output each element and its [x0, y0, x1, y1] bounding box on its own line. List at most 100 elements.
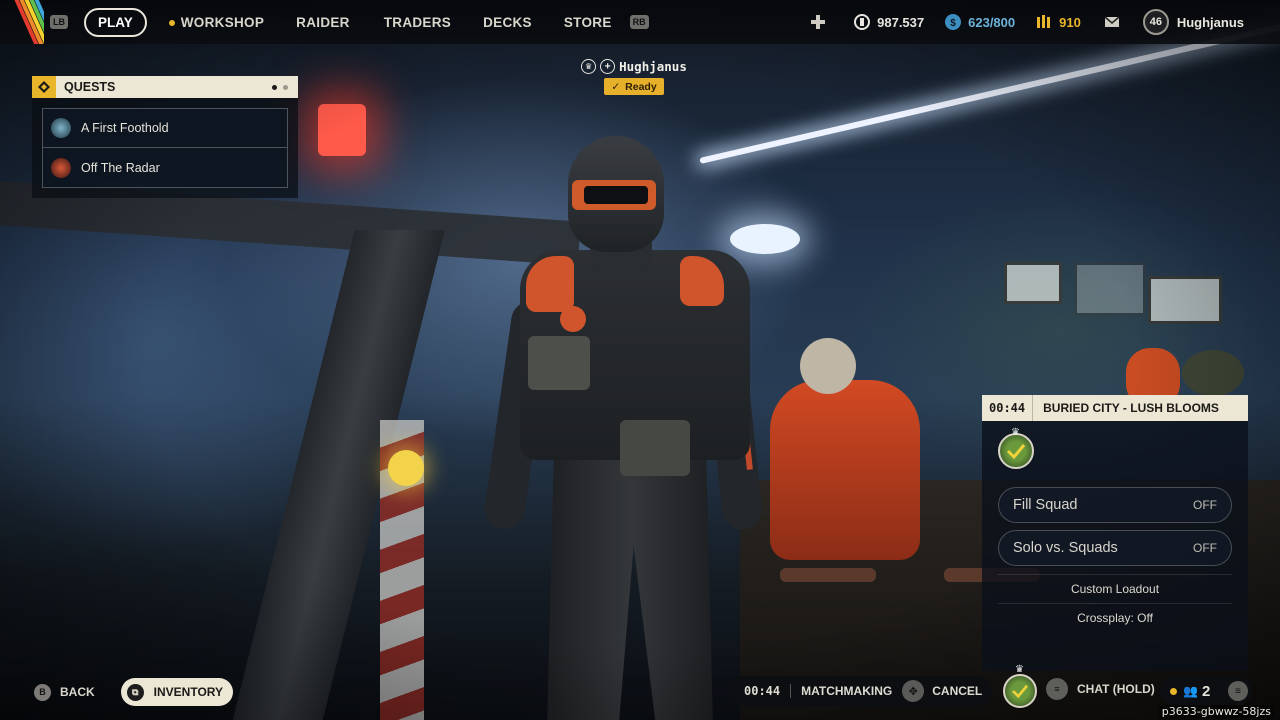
notification-dot: [1170, 687, 1177, 695]
scene-stool: [780, 568, 876, 582]
scene-npc: [770, 380, 920, 560]
raider-token-icon: [1035, 13, 1053, 31]
crown-icon: ♛: [1011, 427, 1020, 438]
inventory-button[interactable]: ⧉ INVENTORY: [120, 678, 234, 706]
cancel-key-icon: ✥: [902, 680, 925, 702]
back-button[interactable]: B BACK: [34, 683, 95, 701]
toggle-label: Solo vs. Squads: [1013, 540, 1118, 556]
player-name: Hughjanus: [1176, 14, 1244, 30]
currency-coin-icon: [853, 13, 871, 31]
main-nav: LB PLAY WORKSHOP RAIDER TRADERS DECKS ST…: [48, 0, 649, 44]
rb-key-hint: RB: [629, 15, 649, 29]
nav-tab-store[interactable]: STORE: [564, 15, 612, 30]
svg-text:$: $: [950, 18, 956, 29]
character-visor-glass: [584, 186, 648, 204]
scene-npc-head: [1182, 350, 1244, 396]
menu-icon[interactable]: ≡: [1228, 681, 1248, 701]
cancel-label: CANCEL: [932, 684, 983, 698]
nav-tab-workshop[interactable]: WORKSHOP: [168, 14, 265, 30]
matchmaking-header: 00:44 BURIED CITY - LUSH BLOOMS: [982, 395, 1248, 421]
scene-monitor: [1074, 262, 1146, 316]
view-key-icon: ⧉: [126, 683, 144, 701]
plus-icon[interactable]: +: [600, 59, 616, 74]
quests-header: QUESTS: [32, 76, 298, 98]
player-nameplate: ♛ + Hughjanus ✓ Ready: [574, 59, 694, 95]
toggle-label: Fill Squad: [1013, 497, 1078, 513]
fill-squad-toggle[interactable]: Fill Squad OFF: [998, 487, 1232, 523]
matchmaking-panel: 00:44 BURIED CITY - LUSH BLOOMS ♛ Fill S…: [982, 395, 1248, 671]
toggle-value: OFF: [1193, 541, 1217, 555]
squad-emblem-icon: ♛: [1003, 664, 1037, 708]
squad-emblem-icon: ♛: [998, 427, 1034, 469]
quest-thumbnail: [51, 157, 71, 178]
crown-icon: ♛: [581, 59, 597, 74]
raider-tokens: 910: [1035, 13, 1081, 31]
plus-icon[interactable]: [809, 13, 827, 31]
quest-item[interactable]: A First Foothold: [42, 108, 288, 148]
currency-bar: 987.537 $ 623/800 910 46 Hughjanus: [809, 0, 1280, 44]
mail-icon[interactable]: [1103, 13, 1121, 31]
ready-badge: ✓ Ready: [604, 78, 664, 95]
nameplate-name: Hughjanus: [619, 59, 687, 74]
character-pouch: [528, 336, 590, 390]
matchmaking-status-label: MATCHMAKING: [801, 684, 893, 698]
scene-yellow-light: [388, 450, 424, 486]
map-name: BURIED CITY - LUSH BLOOMS: [1043, 401, 1219, 415]
top-bar: LB PLAY WORKSHOP RAIDER TRADERS DECKS ST…: [0, 0, 1280, 44]
matchmaking-timer: 00:44: [982, 395, 1034, 421]
check-icon: ✓: [611, 80, 621, 93]
nameplate-row: ♛ + Hughjanus: [574, 59, 694, 74]
scene-lamp: [730, 224, 800, 254]
raider-tokens-value: 910: [1059, 14, 1081, 30]
quests-pager: [272, 84, 288, 90]
party-indicator[interactable]: 👥 2 ≡: [1160, 677, 1252, 705]
matchmaking-options: ♛ Fill Squad OFF Solo vs. Squads OFF Cus…: [982, 421, 1248, 671]
brand-stripes-logo: [0, 0, 44, 44]
quest-title: Off The Radar: [81, 160, 160, 175]
matchmaking-status-bar: 00:44 MATCHMAKING ✥ CANCEL: [728, 676, 992, 706]
nav-tab-workshop-label: WORKSHOP: [180, 14, 265, 30]
quests-list: A First Foothold Off The Radar: [32, 98, 298, 198]
notification-dot: [168, 19, 175, 26]
party-icon: 👥: [1183, 684, 1198, 698]
custom-loadout-option[interactable]: Custom Loadout: [998, 574, 1232, 603]
quests-title: QUESTS: [64, 80, 116, 94]
inventory-label: INVENTORY: [153, 685, 224, 699]
nav-tab-traders[interactable]: TRADERS: [384, 15, 451, 30]
quest-icon: [32, 76, 56, 98]
nav-tab-decks[interactable]: DECKS: [483, 15, 532, 30]
stash-value: 623/800: [968, 14, 1016, 30]
ready-label: Ready: [625, 80, 657, 93]
character-logo: [560, 306, 586, 332]
bottom-left-actions: B BACK ⧉ INVENTORY: [34, 678, 234, 706]
crown-icon: ♛: [1015, 664, 1024, 675]
party-count: 2: [1201, 682, 1211, 700]
scene-npc-head: [800, 338, 856, 394]
solo-vs-squads-toggle[interactable]: Solo vs. Squads OFF: [998, 530, 1232, 566]
toggle-value: OFF: [1193, 498, 1217, 512]
nav-tab-raider[interactable]: RAIDER: [296, 15, 350, 30]
b-key-hint: B: [34, 683, 51, 701]
player-level-badge: 46: [1142, 9, 1169, 35]
matchmaking-status-timer: 00:44: [728, 684, 792, 698]
character-pouch: [620, 420, 690, 476]
quest-thumbnail: [51, 118, 71, 138]
back-label: BACK: [60, 685, 95, 699]
menu-icon: ≡: [1046, 678, 1068, 700]
chat-button[interactable]: ≡ CHAT (HOLD): [1046, 678, 1155, 700]
nav-tab-play[interactable]: PLAY: [84, 7, 147, 37]
coins-value: 987.537: [877, 14, 925, 30]
coins-balance: 987.537: [853, 13, 924, 31]
quests-panel: QUESTS A First Foothold Off The Radar: [32, 76, 298, 198]
session-id: p3633-gbwwz-58jzs: [1158, 705, 1274, 718]
cancel-button[interactable]: ✥ CANCEL: [902, 680, 982, 702]
stash-icon: $: [944, 13, 962, 31]
scene-red-light: [318, 104, 366, 156]
scene-monitor: [1148, 276, 1222, 324]
player-profile[interactable]: 46 Hughjanus: [1142, 9, 1244, 35]
quest-title: A First Foothold: [81, 121, 169, 135]
crossplay-option[interactable]: Crossplay: Off: [998, 603, 1232, 632]
chat-label: CHAT (HOLD): [1077, 682, 1155, 696]
quest-item[interactable]: Off The Radar: [42, 148, 288, 188]
stash-capacity: $ 623/800: [944, 13, 1015, 31]
